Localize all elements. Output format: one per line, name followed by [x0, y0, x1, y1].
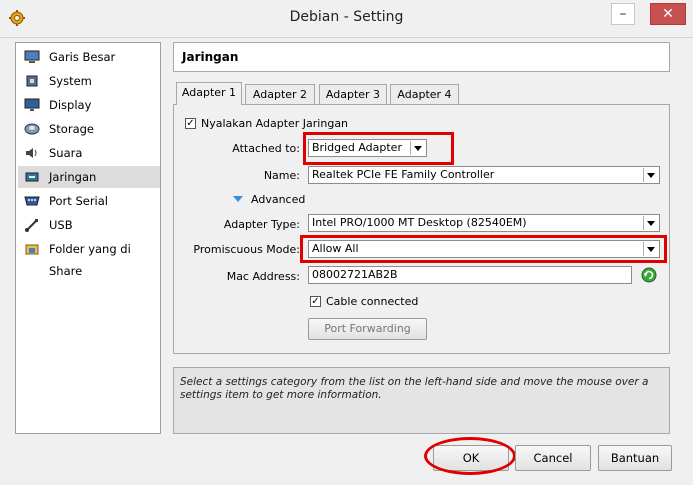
usb-icon [25, 219, 38, 232]
cancel-button[interactable]: Cancel [515, 445, 591, 471]
tab-adapter-3[interactable]: Adapter 3 [319, 84, 387, 104]
page-title: Jaringan [182, 50, 239, 64]
sidebar-item-label: Garis Besar [49, 50, 116, 64]
section-header: Jaringan [173, 42, 670, 72]
advanced-toggle-label[interactable]: Advanced [251, 193, 305, 206]
sidebar-item-jaringan[interactable]: Jaringan [18, 166, 160, 188]
chevron-down-icon [643, 168, 658, 182]
advanced-expand-icon[interactable] [233, 195, 243, 203]
adapter-type-label: Adapter Type: [223, 218, 300, 231]
attached-to-label: Attached to: [232, 142, 300, 155]
name-label: Name: [263, 169, 300, 182]
mac-address-label: Mac Address: [226, 270, 300, 283]
enable-adapter-label: Nyalakan Adapter Jaringan [201, 117, 349, 130]
window-title: Debian - Setting [289, 9, 404, 25]
display-icon [24, 98, 40, 111]
tab-adapter-4[interactable]: Adapter 4 [390, 84, 459, 104]
adapter-name-value: Realtek PCIe FE Family Controller [312, 168, 495, 181]
serial-port-icon [24, 196, 40, 206]
promiscuous-mode-label: Promiscuous Mode: [193, 243, 300, 256]
port-forwarding-button[interactable]: Port Forwarding [308, 318, 427, 340]
sidebar-item-port-serial[interactable]: Port Serial [18, 190, 160, 212]
highlight-annotation [303, 132, 454, 165]
close-button[interactable]: ✕ [650, 3, 686, 25]
cable-connected-checkbox[interactable]: ✓ [310, 296, 321, 307]
sidebar-item-label: Suara [49, 146, 83, 160]
refresh-icon[interactable] [641, 267, 657, 283]
sidebar-item-garis-besar[interactable]: Garis Besar [18, 46, 160, 68]
sidebar-item-label: Storage [49, 122, 94, 136]
disk-icon [24, 123, 40, 135]
monitor-icon [24, 50, 40, 63]
sidebar-item-label: System [49, 74, 92, 88]
network-icon [25, 172, 39, 182]
sidebar-item-suara[interactable]: Suara [18, 142, 160, 164]
sidebar-item-storage[interactable]: Storage [18, 118, 160, 140]
adapter-type-select[interactable]: Intel PRO/1000 MT Desktop (82540EM) [308, 214, 660, 232]
help-text: Select a settings category from the list… [180, 376, 649, 401]
mac-address-input[interactable]: 08002721AB2B [308, 266, 632, 284]
adapter-name-select[interactable]: Realtek PCIe FE Family Controller [308, 166, 660, 184]
sidebar-item-label: Jaringan [49, 170, 97, 184]
sidebar-item-label: Port Serial [49, 194, 108, 208]
sidebar-item-label: Folder yang di Share [49, 242, 131, 278]
sidebar-item-label: Display [49, 98, 92, 112]
sidebar-item-display[interactable]: Display [18, 94, 160, 116]
speaker-icon [26, 148, 37, 158]
tab-adapter-1[interactable]: Adapter 1 [176, 82, 242, 105]
highlight-annotation [300, 235, 667, 263]
help-description-box: Select a settings category from the list… [173, 367, 670, 434]
settings-category-list: Garis Besar System Display Storage Suara… [15, 42, 161, 434]
tab-adapter-2[interactable]: Adapter 2 [245, 84, 315, 104]
minimize-button[interactable]: – [611, 3, 635, 25]
sidebar-item-usb[interactable]: USB [18, 214, 160, 236]
help-button[interactable]: Bantuan [598, 445, 672, 471]
sidebar-item-shared-folder[interactable]: Folder yang di Share [18, 238, 160, 278]
highlight-annotation [424, 437, 516, 475]
title-bar: Debian - Setting – ✕ [0, 0, 693, 38]
adapter-type-value: Intel PRO/1000 MT Desktop (82540EM) [312, 216, 527, 229]
chevron-down-icon [643, 216, 658, 230]
shared-folder-icon [25, 244, 39, 255]
sidebar-item-system[interactable]: System [18, 70, 160, 92]
chip-icon [26, 75, 38, 87]
cable-connected-label: Cable connected [326, 295, 419, 308]
enable-adapter-checkbox[interactable]: ✓ [185, 118, 196, 129]
sidebar-item-label: USB [49, 218, 73, 232]
